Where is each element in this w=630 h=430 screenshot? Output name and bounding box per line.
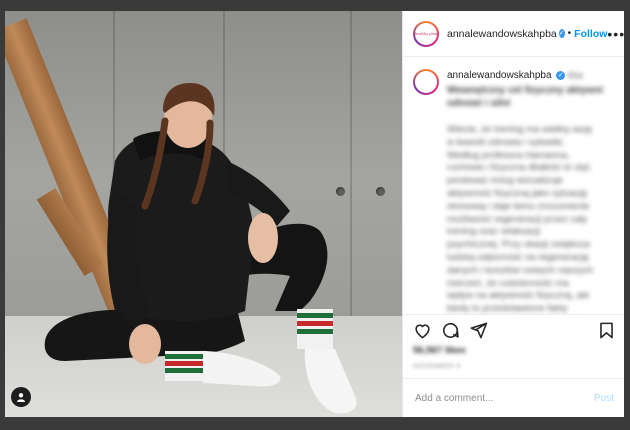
post-header: healthy plan annalewandowskahpba ✓ • Fol…	[403, 11, 624, 57]
user-tag-icon[interactable]	[11, 387, 31, 407]
comment-input[interactable]	[413, 391, 594, 405]
comment-icon[interactable]	[441, 321, 460, 340]
author-avatar[interactable]: healthy plan	[413, 20, 439, 47]
follow-button[interactable]: Follow	[574, 28, 607, 40]
verified-badge-icon: ✓	[558, 29, 565, 38]
more-options-icon[interactable]: •••	[607, 26, 624, 42]
caption-body: Wiecie, że trening ma wielką rację w kwe…	[447, 124, 594, 314]
caption-headline: Wewnętrzny cel fizyczny aktywni odnowi i…	[447, 85, 603, 109]
post-comment-button[interactable]: Post	[594, 393, 614, 404]
action-bar	[403, 314, 624, 345]
share-icon[interactable]	[469, 321, 488, 340]
caption-username[interactable]: annalewandowskahpba	[447, 70, 552, 81]
post-sidebar: healthy plan annalewandowskahpba ✓ • Fol…	[402, 11, 624, 417]
heart-icon[interactable]	[413, 321, 432, 340]
avatar-logo	[415, 71, 437, 93]
caption-text: annalewandowskahpba ✓ 61w Wewnętrzny cel…	[447, 69, 607, 110]
avatar-logo-text: healthy plan	[415, 31, 437, 36]
avatar-logo: healthy plan	[415, 22, 437, 45]
likes-count[interactable]: 56,567 likes	[403, 345, 624, 359]
caption-time: 61w	[568, 71, 583, 80]
person-figure	[44, 83, 357, 414]
comment-bar: Post	[403, 378, 624, 417]
post-modal: healthy plan annalewandowskahpba ✓ • Fol…	[5, 11, 624, 417]
caption-area: annalewandowskahpba ✓ 61w Wewnętrzny cel…	[403, 57, 624, 314]
separator-dot: •	[567, 28, 572, 39]
caption-header: annalewandowskahpba ✓ 61w Wewnętrzny cel…	[413, 69, 614, 110]
post-date: NOVEMBER 9	[413, 363, 461, 370]
caption-avatar[interactable]	[413, 69, 439, 95]
author-username[interactable]: annalewandowskahpba	[447, 28, 557, 40]
verified-badge-icon: ✓	[556, 70, 566, 80]
bookmark-icon[interactable]	[597, 321, 616, 340]
post-photo[interactable]	[5, 11, 402, 417]
